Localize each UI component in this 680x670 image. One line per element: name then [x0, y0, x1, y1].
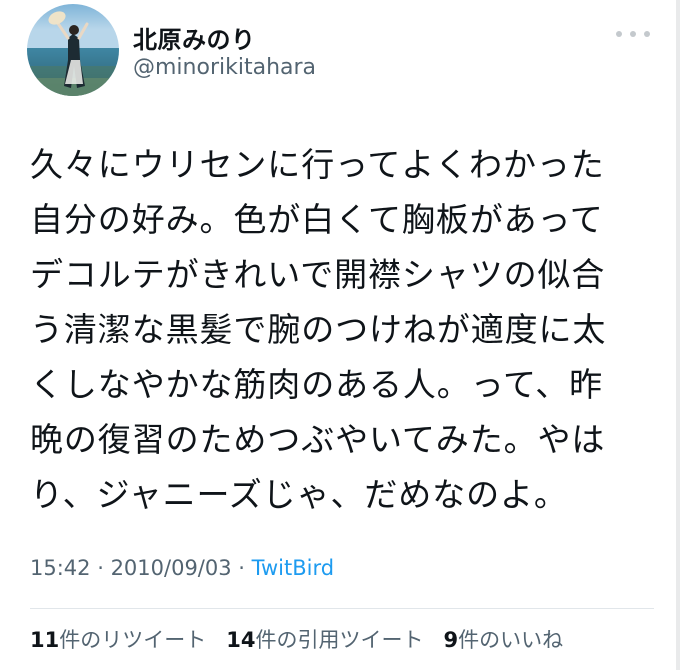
tweet-metadata: 15:42 · 2010/09/03 · TwitBird — [30, 556, 334, 580]
tweet-text-line: り、ジャニーズじゃ、だめなのよ。 — [30, 475, 568, 514]
tweet-text-line: 久々にウリセンに行ってよくわかった — [30, 145, 605, 184]
display-name[interactable]: 北原みのり — [133, 20, 256, 55]
tweet-date[interactable]: 2010/09/03 — [111, 556, 232, 580]
likes-label: 件のいいね — [458, 628, 564, 652]
dot — [616, 31, 622, 37]
tweet-text: 久々にウリセンに行ってよくわかった 自分の好み。色が白くて胸板があって デコルテ… — [30, 137, 660, 522]
meta-separator: · — [90, 556, 111, 580]
avatar-image — [27, 4, 119, 96]
meta-separator: · — [231, 556, 252, 580]
likes-count: 9 — [443, 628, 459, 652]
more-horizontal-icon[interactable] — [616, 24, 650, 44]
user-handle[interactable]: @minorikitahara — [133, 55, 316, 80]
retweets-stat[interactable]: 11件のリツイート — [30, 624, 206, 654]
tweet-text-line: くしなやかな筋肉のある人。って、昨 — [30, 365, 603, 404]
retweets-label: 件のリツイート — [59, 628, 207, 652]
tweet-text-line: デコルテがきれいで開襟シャツの似合 — [30, 255, 606, 294]
divider — [30, 608, 654, 609]
likes-stat[interactable]: 9件のいいね — [443, 624, 563, 654]
avatar[interactable] — [27, 4, 119, 96]
tweet-source-link[interactable]: TwitBird — [252, 556, 334, 580]
quotes-label: 件の引用ツイート — [255, 628, 424, 652]
dot — [644, 31, 650, 37]
quotes-stat[interactable]: 14件の引用ツイート — [226, 624, 423, 654]
retweets-count: 11 — [30, 628, 60, 652]
tweet-text-line: 晩の復習のためつぶやいてみた。やは — [30, 420, 606, 459]
tweet-text-line: 自分の好み。色が白くて胸板があって — [30, 200, 604, 239]
page-edge — [676, 0, 680, 670]
dot — [630, 31, 636, 37]
engagement-stats: 11件のリツイート 14件の引用ツイート 9件のいいね — [30, 624, 583, 654]
tweet-time[interactable]: 15:42 — [30, 556, 91, 580]
tweet-card: 北原みのり @minorikitahara 久々にウリセンに行ってよくわかった … — [0, 0, 676, 670]
quotes-count: 14 — [226, 628, 256, 652]
tweet-text-line: う清潔な黒髪で腕のつけねが適度に太 — [30, 310, 607, 349]
